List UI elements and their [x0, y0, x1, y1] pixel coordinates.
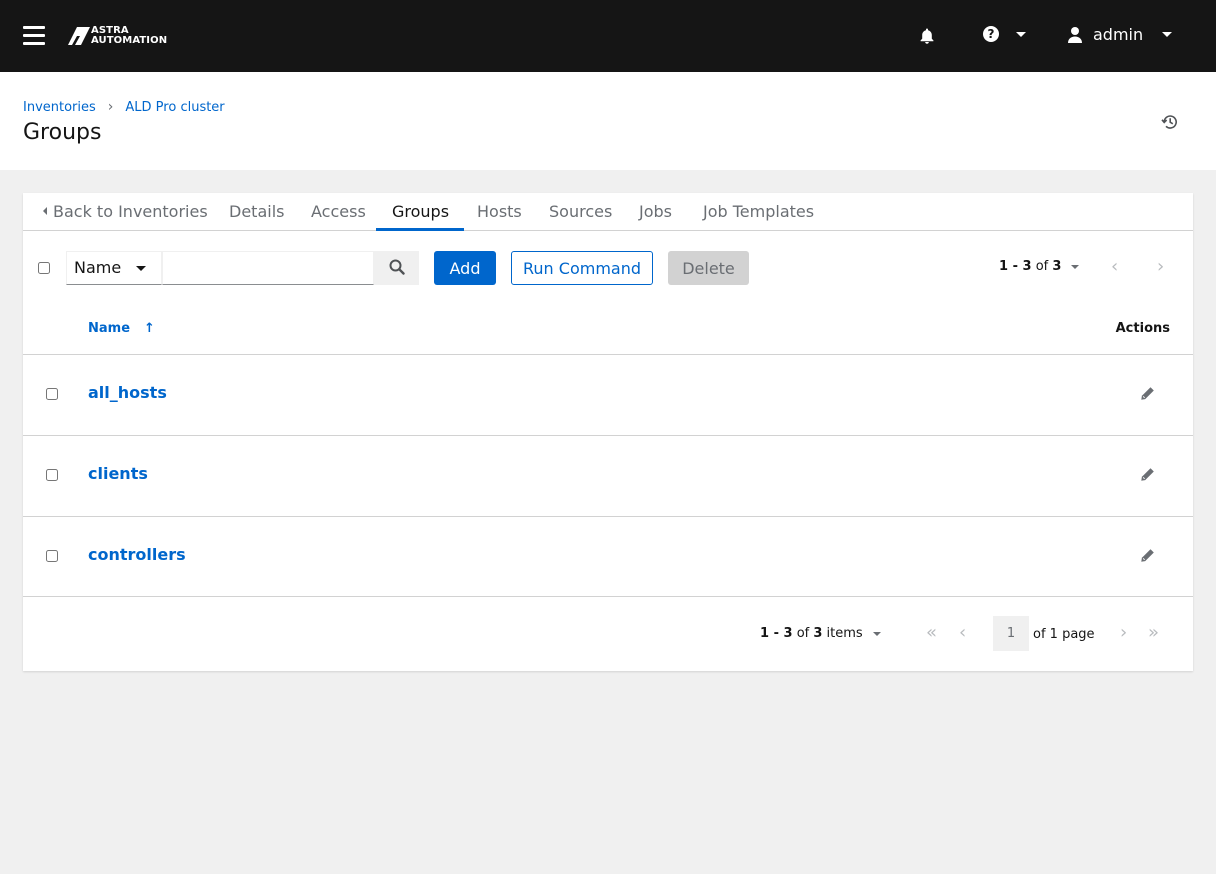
page-number-input[interactable]: [993, 616, 1029, 651]
group-name-link[interactable]: all_hosts: [88, 383, 167, 402]
previous-page-icon[interactable]: ‹: [959, 622, 966, 643]
astra-automation-logo[interactable]: ASTRA AUTOMATION: [68, 26, 167, 46]
pencil-edit-icon[interactable]: [1140, 467, 1155, 482]
page-title: Groups: [23, 120, 102, 145]
page-header: Inventories › ALD Pro cluster Groups: [0, 72, 1216, 170]
filter-field-select[interactable]: Name: [66, 251, 162, 285]
caret-left-icon: [43, 207, 47, 215]
table-row: controllers: [23, 516, 1193, 597]
next-page-icon[interactable]: ›: [1157, 256, 1164, 277]
column-header-name[interactable]: Name ↑: [88, 321, 155, 336]
user-menu[interactable]: admin: [1067, 25, 1173, 44]
tab-bar: Back to Inventories Details Access Group…: [23, 193, 1193, 231]
pencil-edit-icon[interactable]: [1140, 548, 1155, 563]
logo-text: ASTRA AUTOMATION: [91, 25, 168, 46]
search-input[interactable]: [162, 251, 374, 285]
tab-jobs[interactable]: Jobs: [639, 193, 672, 231]
row-checkbox[interactable]: [46, 388, 58, 400]
first-page-icon[interactable]: «: [926, 622, 937, 643]
tab-back-to-inventories[interactable]: Back to Inventories: [43, 193, 208, 231]
group-name-link[interactable]: controllers: [88, 545, 186, 564]
groups-card: Back to Inventories Details Access Group…: [23, 193, 1193, 671]
chevron-down-icon: [1071, 264, 1080, 269]
top-header: ASTRA AUTOMATION ? admin: [0, 0, 1216, 72]
chevron-down-icon: [872, 631, 881, 636]
history-icon[interactable]: [1161, 113, 1179, 131]
pencil-edit-icon[interactable]: [1140, 386, 1155, 401]
pagination-top-toggle[interactable]: 1 - 3 of 3: [999, 259, 1080, 274]
table-row: clients: [23, 435, 1193, 516]
breadcrumb-separator: ›: [107, 99, 114, 115]
breadcrumb-inventory[interactable]: ALD Pro cluster: [125, 100, 224, 115]
tab-hosts[interactable]: Hosts: [477, 193, 522, 231]
previous-page-icon[interactable]: ‹: [1111, 256, 1118, 277]
last-page-icon[interactable]: »: [1148, 622, 1159, 643]
page-count-label: of 1 page: [1033, 627, 1095, 642]
row-checkbox[interactable]: [46, 550, 58, 562]
pagination-bottom-toggle[interactable]: 1 - 3 of 3 items: [760, 626, 881, 641]
tab-sources[interactable]: Sources: [549, 193, 612, 231]
table-bottom-divider: [23, 596, 1193, 597]
run-command-button[interactable]: Run Command: [511, 251, 653, 285]
help-menu[interactable]: ?: [983, 26, 1026, 42]
tab-details[interactable]: Details: [229, 193, 284, 231]
notifications-bell-icon[interactable]: [918, 27, 936, 45]
column-header-actions: Actions: [1115, 321, 1170, 336]
select-all-checkbox[interactable]: [38, 262, 50, 274]
logo-mark-icon: [68, 27, 90, 45]
tab-job-templates[interactable]: Job Templates: [703, 193, 814, 231]
row-checkbox[interactable]: [46, 469, 58, 481]
search-icon: [389, 259, 405, 275]
group-name-link[interactable]: clients: [88, 464, 148, 483]
chevron-down-icon: [136, 266, 146, 271]
breadcrumb: Inventories › ALD Pro cluster: [23, 99, 225, 115]
search-button[interactable]: [374, 251, 419, 285]
hamburger-menu-icon[interactable]: [23, 26, 45, 46]
user-name: admin: [1093, 25, 1144, 44]
add-button[interactable]: Add: [434, 251, 496, 285]
tab-access[interactable]: Access: [311, 193, 366, 231]
breadcrumb-inventories[interactable]: Inventories: [23, 100, 96, 115]
table-row: all_hosts: [23, 354, 1193, 435]
next-page-icon[interactable]: ›: [1120, 622, 1127, 643]
sort-ascending-icon: ↑: [144, 321, 155, 336]
delete-button[interactable]: Delete: [668, 251, 749, 285]
chevron-down-icon: [1016, 31, 1026, 37]
chevron-down-icon: [1162, 32, 1173, 37]
tab-groups[interactable]: Groups: [375, 193, 465, 231]
help-icon: ?: [983, 26, 999, 42]
user-icon: [1068, 26, 1082, 43]
